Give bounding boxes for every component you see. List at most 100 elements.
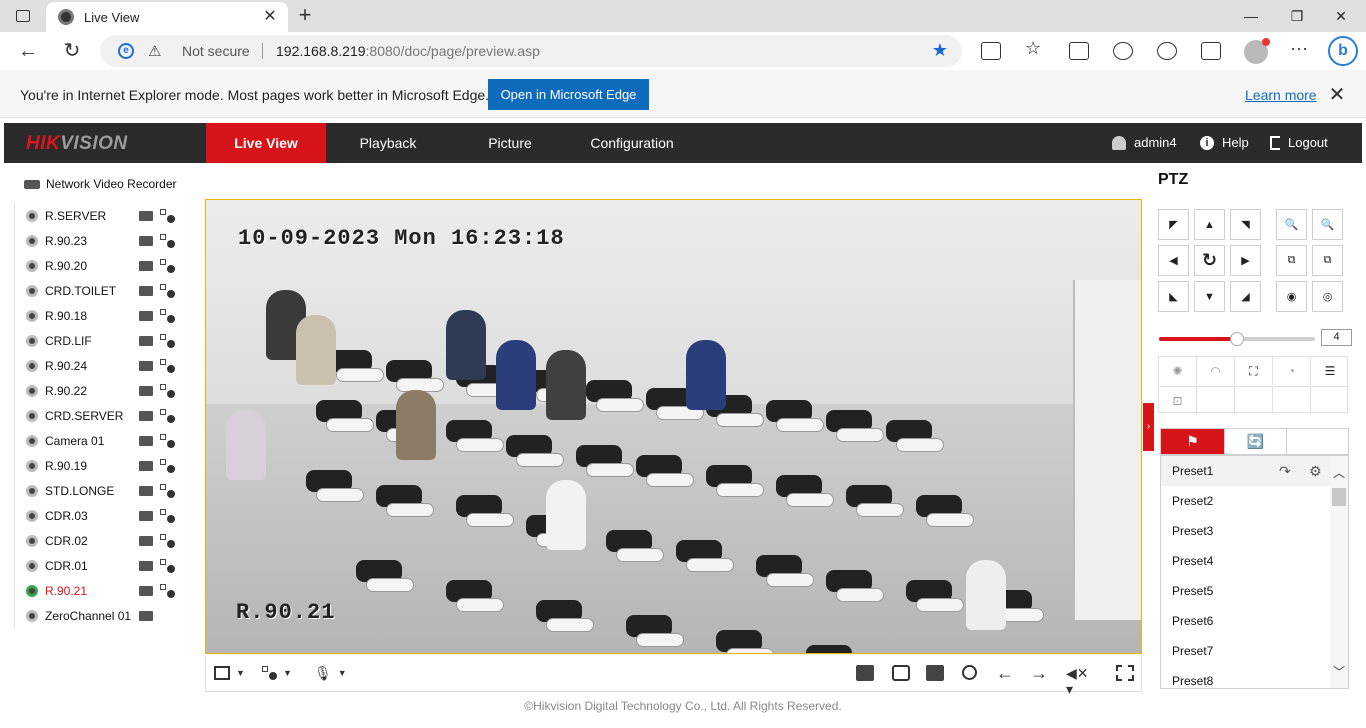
ptz-auto-scan-icon[interactable]: ↻ [1194, 245, 1225, 276]
preset-item[interactable]: Preset2 [1161, 486, 1348, 516]
ptz-status-icon[interactable] [160, 284, 175, 298]
record-status-icon[interactable] [139, 486, 153, 496]
browser-essentials-icon[interactable] [1113, 42, 1133, 60]
stream-type-button[interactable]: ▼ [262, 664, 292, 682]
ptz-status-icon[interactable] [160, 559, 175, 573]
collections-icon[interactable] [1069, 42, 1089, 60]
not-secure-label[interactable]: Not secure [182, 43, 250, 59]
camera-tree-item[interactable]: R.90.20 [15, 253, 190, 278]
split-screen-icon[interactable] [981, 42, 1001, 60]
close-window-icon[interactable]: ✕ [1326, 4, 1356, 28]
minimize-icon[interactable]: — [1236, 4, 1266, 28]
camera-tree-item[interactable]: R.SERVER [15, 203, 190, 228]
record-status-icon[interactable] [139, 386, 153, 396]
favorite-star-icon[interactable]: ★ [932, 40, 948, 61]
camera-tree-item[interactable]: CDR.03 [15, 503, 190, 528]
window-layout-button[interactable]: ▼ [214, 664, 245, 682]
record-icon[interactable] [926, 665, 944, 681]
ptz-up-right-icon[interactable]: ◥ [1230, 209, 1261, 240]
restore-icon[interactable]: ❐ [1282, 4, 1312, 28]
two-way-audio-button[interactable]: 🎙 ▼ [314, 664, 347, 682]
scroll-thumb[interactable] [1332, 488, 1346, 506]
ptz-down-left-icon[interactable]: ◣ [1158, 281, 1189, 312]
performance-icon[interactable] [1157, 42, 1177, 60]
ptz-status-icon[interactable] [160, 309, 175, 323]
camera-tree-item[interactable]: CRD.SERVER [15, 403, 190, 428]
ptz-status-icon[interactable] [160, 259, 175, 273]
record-status-icon[interactable] [139, 561, 153, 571]
ptz-status-icon[interactable] [160, 584, 175, 598]
record-status-icon[interactable] [139, 261, 153, 271]
record-status-icon[interactable] [139, 511, 153, 521]
user-menu[interactable]: admin4 [1112, 135, 1177, 150]
ptz-status-icon[interactable] [160, 334, 175, 348]
learn-more-link[interactable]: Learn more [1245, 87, 1317, 103]
record-status-icon[interactable] [139, 211, 153, 221]
more-options-icon[interactable]: ··· [1290, 38, 1308, 59]
close-infobar-icon[interactable]: ✕ [1326, 82, 1348, 107]
camera-tree-item[interactable]: R.90.19 [15, 453, 190, 478]
ie-mode-toolbar-icon[interactable] [1201, 42, 1221, 60]
iris-close-icon[interactable]: ◎ [1312, 281, 1343, 312]
preset-item[interactable]: Preset6 [1161, 606, 1348, 636]
audio-mute-icon[interactable]: ◀✕ ▾ [1066, 665, 1089, 697]
record-status-icon[interactable] [139, 611, 153, 621]
digital-zoom-icon[interactable] [962, 665, 977, 680]
ptz-status-icon[interactable] [160, 384, 175, 398]
preset-item[interactable]: Preset4 [1161, 546, 1348, 576]
preset-item[interactable]: Preset8 [1161, 666, 1348, 688]
camera-tree-item[interactable]: CRD.LIF [15, 328, 190, 353]
camera-tree-item[interactable]: R.90.21 [15, 578, 190, 603]
nvr-root-node[interactable]: Network Video Recorder [24, 177, 177, 191]
live-video-view[interactable]: 10-09-2023 Mon 16:23:18 R.90.21 [205, 199, 1142, 654]
record-status-icon[interactable] [139, 361, 153, 371]
nav-configuration[interactable]: Configuration [572, 123, 692, 163]
preset-item[interactable]: Preset3 [1161, 516, 1348, 546]
record-status-icon[interactable] [139, 586, 153, 596]
tab-actions-icon[interactable] [12, 6, 34, 26]
open-in-edge-button[interactable]: Open in Microsoft Edge [488, 79, 649, 110]
ptz-left-icon[interactable]: ◀ [1158, 245, 1189, 276]
next-page-icon[interactable]: → [1030, 664, 1048, 682]
preset-scrollbar[interactable]: ︿ ﹀ [1330, 456, 1348, 688]
ptz-speed-knob[interactable] [1230, 332, 1244, 346]
record-status-icon[interactable] [139, 336, 153, 346]
url-text[interactable]: 192.168.8.219:8080/doc/page/preview.asp [276, 43, 540, 59]
menu-icon[interactable]: ☰ [1311, 357, 1349, 385]
camera-tree-item[interactable]: STD.LONGE [15, 478, 190, 503]
favorites-icon[interactable]: ☆ [1025, 38, 1045, 58]
record-status-icon[interactable] [139, 236, 153, 246]
ie-mode-icon[interactable]: e [118, 43, 134, 59]
ptz-status-icon[interactable] [160, 234, 175, 248]
camera-tree-item[interactable]: CDR.02 [15, 528, 190, 553]
nav-playback[interactable]: Playback [328, 123, 448, 163]
camera-tree-item[interactable]: CDR.01 [15, 553, 190, 578]
ptz-down-icon[interactable]: ▼ [1194, 281, 1225, 312]
focus-near-icon[interactable]: ⧉ [1276, 245, 1307, 276]
camera-tree-item[interactable]: ZeroChannel 01 [15, 603, 190, 628]
new-tab-icon[interactable]: + [294, 4, 316, 27]
previous-page-icon[interactable]: ← [996, 664, 1014, 682]
scroll-up-icon[interactable]: ︿ [1333, 464, 1345, 481]
camera-tree-item[interactable]: Camera 01 [15, 428, 190, 453]
ptz-status-icon[interactable] [160, 484, 175, 498]
profile-avatar[interactable] [1244, 38, 1270, 64]
logout-link[interactable]: Logout [1270, 135, 1328, 150]
bing-copilot-icon[interactable]: b [1328, 36, 1358, 66]
set-preset-gear-icon[interactable]: ⚙ [1309, 456, 1322, 486]
ptz-right-icon[interactable]: ▶ [1230, 245, 1261, 276]
ptz-status-icon[interactable] [160, 459, 175, 473]
collapse-ptz-panel-icon[interactable]: › [1143, 403, 1154, 451]
preset-item[interactable]: Preset1 ↷ ⚙ [1161, 456, 1348, 486]
focus-far-icon[interactable]: ⧉ [1312, 245, 1343, 276]
camera-tree-item[interactable]: R.90.18 [15, 303, 190, 328]
wiper-icon[interactable]: ◠ [1197, 357, 1235, 385]
fullscreen-icon[interactable] [1116, 665, 1134, 681]
record-status-icon[interactable] [139, 311, 153, 321]
manual-tracking-icon[interactable]: ⊡ [1159, 386, 1197, 414]
tab-pattern[interactable] [1287, 429, 1350, 454]
call-preset-icon[interactable]: ↷ [1279, 456, 1291, 486]
ptz-down-right-icon[interactable]: ◢ [1230, 281, 1261, 312]
nav-live-view[interactable]: Live View [206, 123, 326, 163]
refresh-icon[interactable]: ↻ [58, 39, 86, 63]
